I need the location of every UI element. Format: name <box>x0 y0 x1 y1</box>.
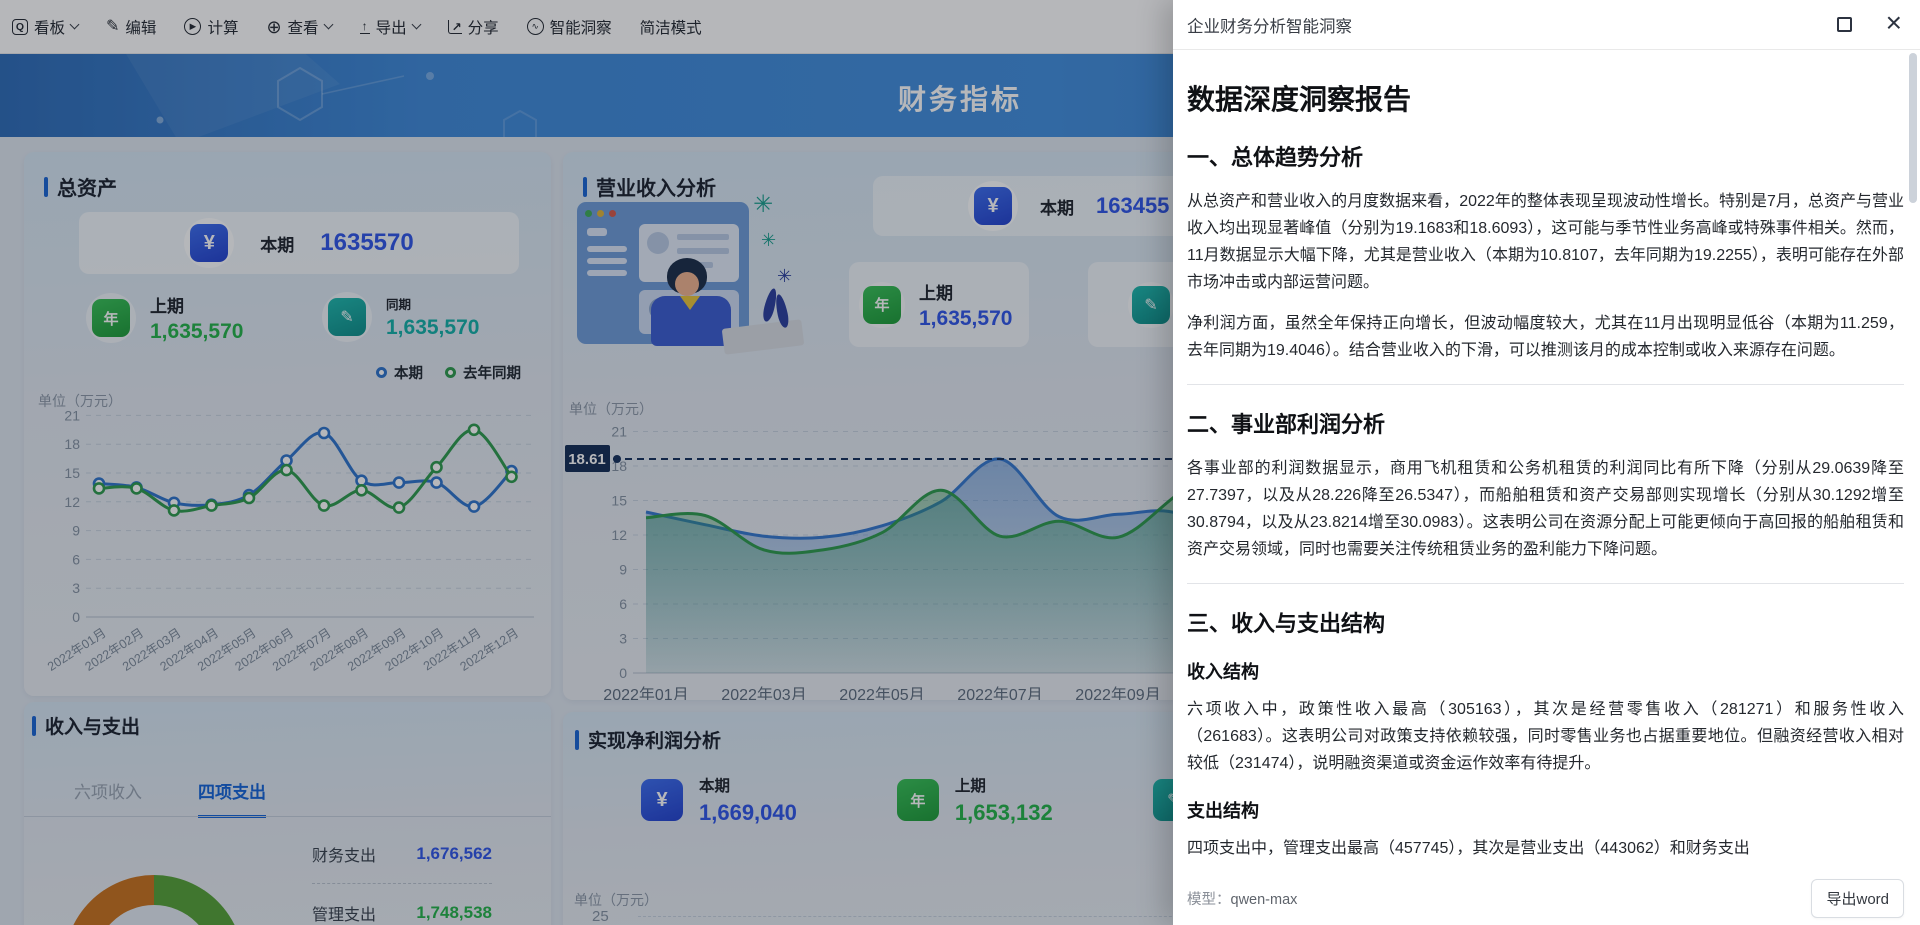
section-divider <box>1187 583 1904 584</box>
report-title: 数据深度洞察报告 <box>1187 78 1904 118</box>
export-word-button[interactable]: 导出word <box>1811 879 1904 918</box>
report-paragraph: 六项收入中，政策性收入最高（305163），其次是经营零售收入（281271）和… <box>1187 696 1904 777</box>
subsection-heading-income: 收入结构 <box>1187 658 1904 684</box>
model-info: 模型：qwen-max <box>1187 888 1297 909</box>
panel-header: 企业财务分析智能洞察 × <box>1173 0 1920 50</box>
close-icon[interactable]: × <box>1886 9 1902 37</box>
report-paragraph: 四项支出中，管理支出最高（457745），其次是营业支出（443062）和财务支… <box>1187 835 1904 862</box>
maximize-icon[interactable] <box>1837 17 1852 32</box>
insight-panel: 企业财务分析智能洞察 × 数据深度洞察报告 一、总体趋势分析 从总资产和营业收入… <box>1173 0 1920 925</box>
report-paragraph: 从总资产和营业收入的月度数据来看，2022年的整体表现呈现波动性增长。特别是7月… <box>1187 188 1904 296</box>
subsection-heading-expense: 支出结构 <box>1187 797 1904 823</box>
app-screen: Q 看板 ✎ 编辑 ▶ 计算 ⊕ 查看 ↑ 导出 ↗ 分享 ∿ 智能洞察 <box>0 0 1920 925</box>
report-paragraph: 净利润方面，虽然全年保持正向增长，但波动幅度较大，尤其在11月出现明显低谷（本期… <box>1187 310 1904 364</box>
section-heading-3: 三、收入与支出结构 <box>1187 606 1904 638</box>
report-body: 数据深度洞察报告 一、总体趋势分析 从总资产和营业收入的月度数据来看，2022年… <box>1173 50 1920 870</box>
section-heading-1: 一、总体趋势分析 <box>1187 140 1904 172</box>
panel-title: 企业财务分析智能洞察 <box>1187 13 1837 37</box>
panel-footer: 模型：qwen-max 导出word <box>1173 871 1920 925</box>
model-value: qwen-max <box>1231 892 1298 908</box>
section-divider <box>1187 384 1904 385</box>
section-heading-2: 二、事业部利润分析 <box>1187 407 1904 439</box>
model-label: 模型： <box>1187 892 1231 908</box>
scrollbar-thumb[interactable] <box>1909 53 1917 203</box>
report-paragraph: 各事业部的利润数据显示，商用飞机租赁和公务机租赁的利润同比有所下降（分别从29.… <box>1187 455 1904 563</box>
